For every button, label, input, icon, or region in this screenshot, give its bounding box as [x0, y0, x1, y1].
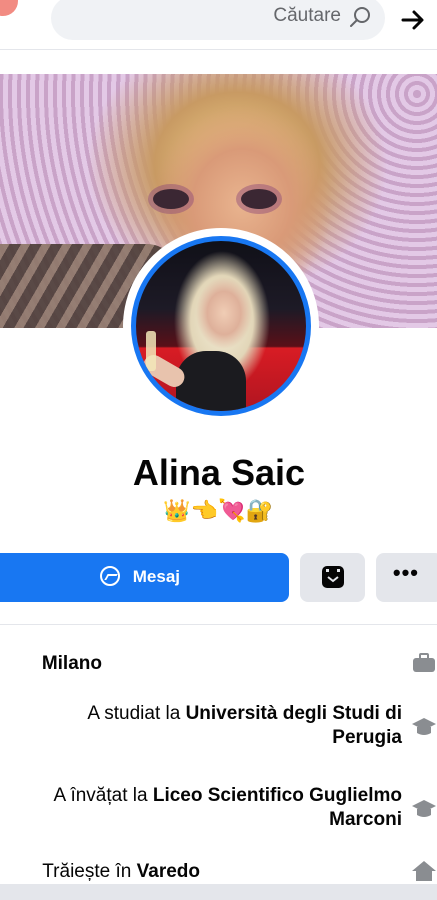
message-button-label: Mesaj	[133, 567, 181, 586]
city-name[interactable]: Varedo	[136, 861, 199, 882]
detail-prefix: Trăiește în	[42, 861, 137, 882]
briefcase-icon	[413, 653, 435, 672]
profile-name-row: Alina Saic	[0, 452, 437, 494]
more-options-label: •••	[392, 560, 419, 585]
bio-row: 👑👈💘🔐	[0, 498, 437, 524]
workplace-name[interactable]: Milano	[42, 653, 102, 674]
detail-text: A studiat la Università degli Studi di P…	[42, 702, 402, 750]
detail-text-inner: Milano	[42, 652, 102, 676]
detail-text: Milano	[42, 652, 402, 676]
messenger-icon	[100, 566, 121, 586]
more-options-button[interactable]: •••	[376, 553, 437, 602]
message-button-content: Mesaj	[0, 566, 289, 587]
detail-text: Trăiește în Varedo	[42, 860, 402, 884]
notification-dot	[0, 0, 18, 16]
detail-text-inner: Trăiește în Varedo	[42, 860, 200, 884]
avatar-detail	[146, 331, 156, 371]
university-name[interactable]: Università degli Studi di Perugia	[186, 703, 402, 748]
detail-prefix: A învățat la	[53, 785, 153, 806]
avatar[interactable]	[131, 236, 311, 416]
bio-emojis: 👑👈💘🔐	[163, 498, 274, 523]
profile-name: Alina Saic	[132, 452, 305, 493]
calendar-button[interactable]	[300, 553, 365, 602]
search-icon	[350, 7, 370, 27]
detail-prefix: A studiat la	[87, 703, 186, 724]
profile-picture-frame[interactable]	[123, 228, 319, 424]
top-bar: Căutare	[0, 0, 437, 50]
detail-text-inner: A învățat la Liceo Scientifico Guglielmo…	[42, 784, 402, 832]
calendar-icon	[322, 566, 344, 588]
highschool-name[interactable]: Liceo Scientifico Guglielmo Marconi	[153, 785, 402, 830]
section-divider	[0, 624, 437, 625]
search-input[interactable]: Căutare	[51, 0, 385, 40]
cover-photo-detail	[241, 189, 277, 209]
detail-text-inner: A studiat la Università degli Studi di P…	[42, 702, 402, 750]
graduation-cap-icon	[412, 718, 436, 735]
message-button[interactable]: Mesaj	[0, 553, 289, 602]
cover-photo-detail	[153, 189, 189, 209]
bottom-bar	[0, 884, 437, 900]
back-arrow-icon[interactable]	[399, 6, 427, 34]
search-placeholder: Căutare	[273, 5, 341, 26]
graduation-cap-icon	[412, 800, 436, 817]
home-icon	[412, 861, 436, 881]
message-button-inner: Mesaj	[100, 566, 181, 587]
avatar-detail	[176, 351, 246, 416]
detail-text: A învățat la Liceo Scientifico Guglielmo…	[42, 784, 402, 832]
